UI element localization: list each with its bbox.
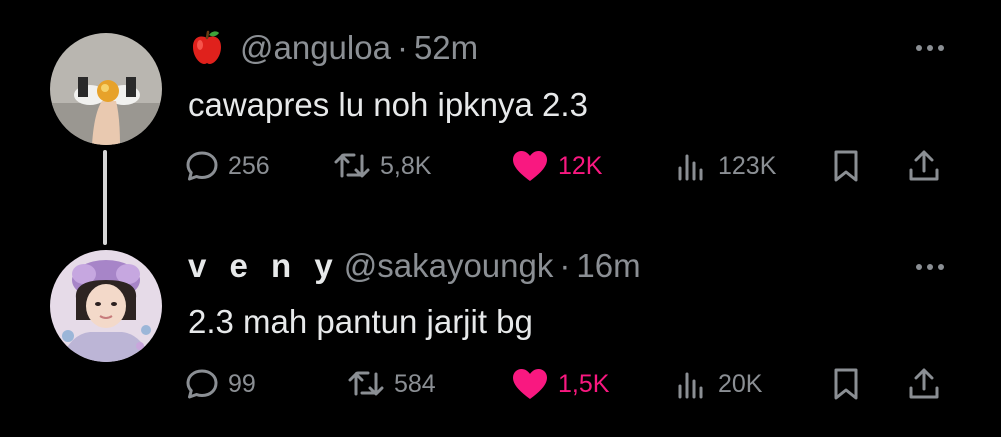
views-icon: [678, 372, 703, 399]
like-button[interactable]: 1,5K: [510, 364, 609, 404]
display-name[interactable]: v e n y: [188, 246, 340, 286]
bookmark-icon: [834, 368, 858, 400]
retweet-count: 584: [394, 369, 436, 398]
reply-button[interactable]: 99: [184, 364, 256, 404]
reply-count: 99: [228, 369, 256, 398]
avatar[interactable]: [50, 250, 162, 362]
like-count: 1,5K: [558, 369, 610, 398]
share-button[interactable]: [906, 364, 942, 404]
handle[interactable]: @sakayoungk: [344, 246, 554, 286]
heart-icon: [513, 369, 547, 399]
bookmark-button[interactable]: [830, 364, 862, 404]
reply-icon: [186, 369, 218, 399]
tweet-2[interactable]: v e n y @sakayoungk · 16m 2.3 mah pantun…: [0, 0, 1001, 437]
views-button[interactable]: 20K: [674, 364, 762, 404]
tweet-text: 2.3 mah pantun jarjit bg: [188, 303, 533, 340]
tweet-header: v e n y @sakayoungk · 16m: [188, 246, 641, 286]
more-options-icon[interactable]: [915, 263, 945, 271]
retweet-icon: [348, 371, 384, 396]
action-bar: 99 584 1,5K 20K: [184, 364, 954, 404]
separator: ·: [559, 247, 571, 284]
timestamp[interactable]: 16m: [576, 246, 640, 286]
retweet-button[interactable]: 584: [346, 364, 436, 404]
share-icon: [909, 368, 939, 399]
views-count: 20K: [718, 369, 763, 398]
